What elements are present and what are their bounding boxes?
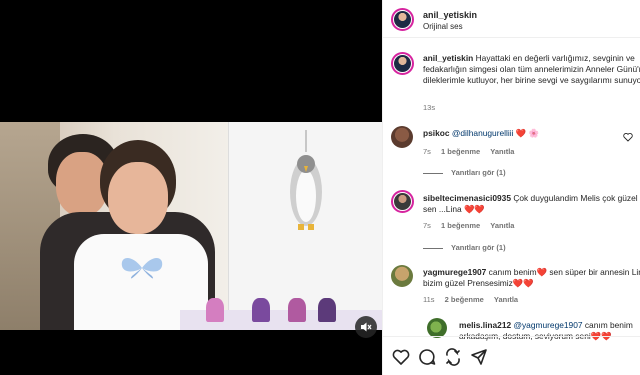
- comment-icon[interactable]: [418, 348, 436, 366]
- comment-likes[interactable]: 2 beğenme: [445, 295, 484, 304]
- reply-button[interactable]: Yanıtla: [490, 147, 514, 156]
- girl-face: [108, 162, 168, 234]
- heart-outline-icon[interactable]: [392, 348, 410, 366]
- comment-time[interactable]: 7s: [423, 147, 431, 156]
- post-header: anil_yetiskin Orijinal ses: [383, 0, 640, 38]
- commenter-avatar[interactable]: [391, 265, 413, 287]
- commenter-avatar[interactable]: [391, 126, 413, 148]
- comment-likes[interactable]: 1 beğenme: [441, 221, 480, 230]
- reply-button[interactable]: Yanıtla: [494, 295, 518, 304]
- mute-button[interactable]: [355, 316, 377, 338]
- comment-username[interactable]: psikoc: [423, 128, 450, 138]
- comment-text: psikoc @dilhanugurelliii ❤️ 🌸: [423, 128, 633, 139]
- comment-time[interactable]: 7s: [423, 221, 431, 230]
- comment-likes[interactable]: 1 beğenme: [441, 147, 480, 156]
- post-caption: anil_yetiskin Hayattaki en değerli varlı…: [423, 53, 640, 86]
- post-details-panel: anil_yetiskin Orijinal ses anil_yetiskin…: [382, 0, 640, 375]
- comment-time[interactable]: 11s: [423, 295, 435, 304]
- doll-toy: [252, 298, 270, 322]
- author-avatar[interactable]: [391, 8, 414, 31]
- reply-mention[interactable]: @yagmurege1907: [513, 320, 582, 330]
- comment-username[interactable]: sibeltecimenasici0935: [423, 193, 511, 203]
- commenter-avatar[interactable]: [391, 190, 414, 213]
- doll-toy: [318, 298, 336, 322]
- post-photo: [0, 122, 382, 330]
- comment-text: yagmurege1907 canım benim❤️ sen süper bi…: [423, 267, 640, 289]
- speaker-muted-icon: [361, 322, 372, 332]
- reply-button[interactable]: Yanıtla: [490, 221, 514, 230]
- author-username[interactable]: anil_yetiskin: [423, 10, 477, 20]
- caption-username[interactable]: anil_yetiskin: [423, 53, 473, 63]
- share-icon[interactable]: [444, 348, 462, 366]
- penguin-toy: [290, 130, 322, 230]
- comment-username[interactable]: yagmurege1907: [423, 267, 486, 277]
- comment-meta: 11s 2 beğenme Yanıtla: [423, 295, 518, 304]
- comment-meta: 7s 1 beğenme Yanıtla: [423, 147, 514, 156]
- audio-label[interactable]: Orijinal ses: [423, 22, 463, 31]
- heart-outline-icon[interactable]: [623, 132, 633, 142]
- caption-author-avatar[interactable]: [391, 52, 414, 75]
- doll-toy: [206, 298, 224, 322]
- butterfly-print: [121, 258, 163, 279]
- view-replies[interactable]: Yanıtları gör (1): [423, 168, 506, 177]
- comment-text: sibeltecimenasici0935 Çok duygulandim Me…: [423, 193, 640, 215]
- view-replies[interactable]: Yanıtları gör (1): [423, 243, 506, 252]
- reply-username[interactable]: melis.lina212: [459, 320, 511, 330]
- caption-time[interactable]: 13s: [423, 103, 435, 112]
- comment-meta: 7s 1 beğenme Yanıtla: [423, 221, 514, 230]
- post-media[interactable]: [0, 0, 382, 375]
- view-replies-label: Yanıtları gör (1): [451, 168, 506, 177]
- comment-emojis: ❤️❤️: [463, 204, 485, 214]
- comment-mention[interactable]: @dilhanugurelliii: [452, 128, 514, 138]
- doll-toy: [288, 298, 306, 322]
- view-replies-label: Yanıtları gör (1): [451, 243, 506, 252]
- post-actions-bar: [383, 336, 640, 375]
- send-icon[interactable]: [470, 348, 488, 366]
- reply-avatar[interactable]: [427, 318, 447, 338]
- comment-emojis: ❤️ 🌸: [515, 128, 539, 138]
